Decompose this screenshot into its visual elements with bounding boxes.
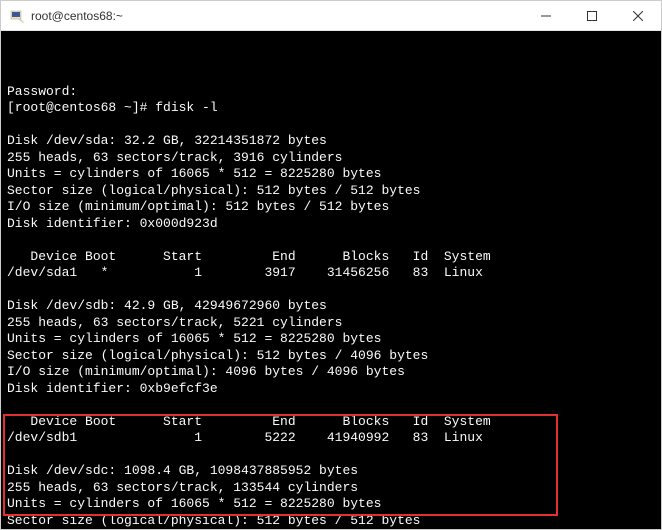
terminal-line: Disk /dev/sdc: 1098.4 GB, 1098437885952 … bbox=[7, 463, 655, 480]
terminal-line: Units = cylinders of 16065 * 512 = 82252… bbox=[7, 331, 655, 348]
putty-icon bbox=[9, 8, 25, 24]
terminal-line: Disk /dev/sdb: 42.9 GB, 42949672960 byte… bbox=[7, 298, 655, 315]
terminal-line: Device Boot Start End Blocks Id System bbox=[7, 249, 655, 266]
terminal-line: /dev/sda1 * 1 3917 31456256 83 Linux bbox=[7, 265, 655, 282]
terminal-line: 255 heads, 63 sectors/track, 5221 cylind… bbox=[7, 315, 655, 332]
terminal-line: Sector size (logical/physical): 512 byte… bbox=[7, 183, 655, 200]
terminal-line: Units = cylinders of 16065 * 512 = 82252… bbox=[7, 166, 655, 183]
terminal-line: Device Boot Start End Blocks Id System bbox=[7, 414, 655, 431]
terminal-line: Sector size (logical/physical): 512 byte… bbox=[7, 513, 655, 530]
window-title: root@centos68:~ bbox=[31, 9, 523, 23]
close-button[interactable] bbox=[615, 1, 661, 31]
terminal-line bbox=[7, 232, 655, 249]
terminal-line: Disk identifier: 0x000d923d bbox=[7, 216, 655, 233]
terminal-line: [root@centos68 ~]# fdisk -l bbox=[7, 100, 655, 117]
terminal-line: Password: bbox=[7, 84, 655, 101]
terminal-line bbox=[7, 397, 655, 414]
terminal-line: 255 heads, 63 sectors/track, 3916 cylind… bbox=[7, 150, 655, 167]
terminal-line: /dev/sdb1 1 5222 41940992 83 Linux bbox=[7, 430, 655, 447]
terminal-output[interactable]: Password:[root@centos68 ~]# fdisk -l Dis… bbox=[1, 31, 661, 529]
titlebar: root@centos68:~ bbox=[1, 1, 661, 31]
terminal-line: Sector size (logical/physical): 512 byte… bbox=[7, 348, 655, 365]
minimize-button[interactable] bbox=[523, 1, 569, 31]
terminal-line: Disk identifier: 0xb9efcf3e bbox=[7, 381, 655, 398]
terminal-line bbox=[7, 282, 655, 299]
terminal-line bbox=[7, 117, 655, 134]
terminal-line: Disk /dev/sda: 32.2 GB, 32214351872 byte… bbox=[7, 133, 655, 150]
putty-window: root@centos68:~ Password:[root@centos68 … bbox=[0, 0, 662, 530]
terminal-line: Units = cylinders of 16065 * 512 = 82252… bbox=[7, 496, 655, 513]
terminal-line: I/O size (minimum/optimal): 512 bytes / … bbox=[7, 199, 655, 216]
window-controls bbox=[523, 1, 661, 31]
terminal-line: I/O size (minimum/optimal): 4096 bytes /… bbox=[7, 364, 655, 381]
terminal-line bbox=[7, 447, 655, 464]
terminal-line: 255 heads, 63 sectors/track, 133544 cyli… bbox=[7, 480, 655, 497]
maximize-button[interactable] bbox=[569, 1, 615, 31]
